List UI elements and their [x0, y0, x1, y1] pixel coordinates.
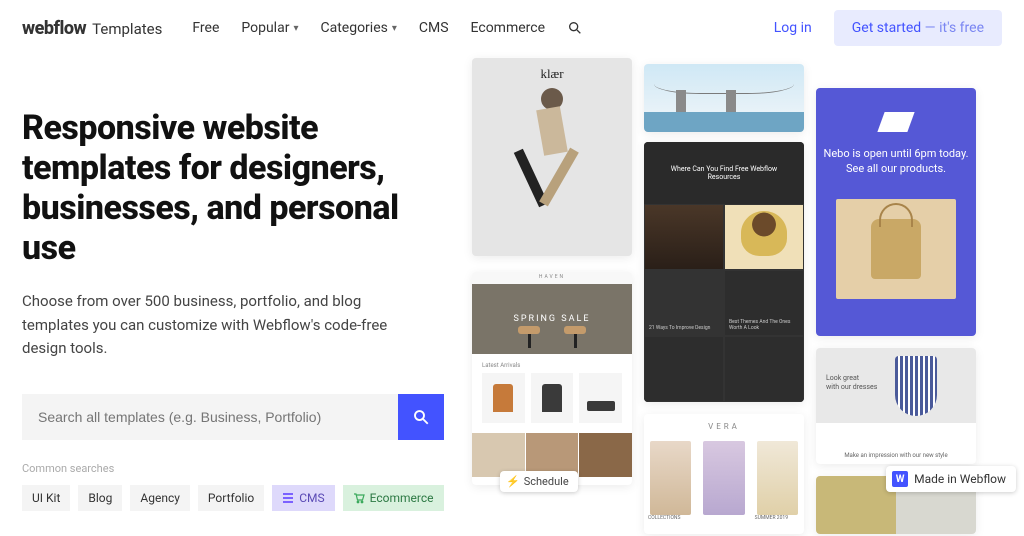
tag-uikit[interactable]: UI Kit [22, 485, 70, 511]
tag-portfolio[interactable]: Portfolio [198, 485, 264, 511]
nav-search-button[interactable] [567, 20, 583, 36]
common-searches-label: Common searches [22, 462, 452, 475]
resources-grid: 21 Ways To Improve Design Best Themes An… [644, 204, 804, 402]
login-link[interactable]: Log in [774, 20, 812, 36]
page-subtitle: Choose from over 500 business, portfolio… [22, 290, 422, 360]
cta-sub-text: it's free [939, 20, 984, 36]
search-submit-button[interactable] [398, 394, 444, 440]
dress-illustration [895, 356, 937, 416]
tag-agency[interactable]: Agency [130, 485, 190, 511]
bridge-illustration [644, 64, 804, 112]
template-card-nebo[interactable]: Nebo is open until 6pm today. See all ou… [816, 88, 976, 336]
dresses-headline: Look great with our dresses [826, 374, 877, 392]
nebo-text-1: Nebo is open until 6pm today. [824, 146, 969, 161]
vera-brand: VERA [644, 414, 804, 435]
cta-sep: — [921, 20, 939, 36]
nav-categories-label: Categories [320, 20, 387, 36]
webflow-logo-icon: W [892, 471, 908, 487]
schedule-badge[interactable]: ⚡ Schedule [500, 471, 578, 492]
tag-cms[interactable]: CMS [272, 485, 334, 511]
search-icon [412, 408, 430, 426]
nav-free[interactable]: Free [192, 20, 219, 36]
cta-main-text: Get started [852, 20, 921, 36]
nav-popular-label: Popular [241, 20, 289, 36]
template-card-klaer[interactable]: klær [472, 58, 632, 256]
tag-cms-label: CMS [299, 491, 324, 505]
primary-nav: Free Popular ▾ Categories ▾ CMS Ecommerc… [192, 20, 583, 36]
template-gallery: klær Where Can You Find Free Webflow Res… [472, 56, 1002, 536]
template-search-bar [22, 394, 444, 440]
spring-sale-text: SPRING SALE [514, 314, 591, 324]
chevron-down-icon: ▾ [293, 23, 298, 34]
hero-section: Responsive website templates for designe… [22, 56, 452, 536]
spring-sale-banner: SPRING SALE [472, 284, 632, 354]
tag-ecommerce-label: Ecommerce [370, 491, 434, 505]
brand-sub: Templates [92, 20, 162, 38]
page-title: Responsive website templates for designe… [22, 108, 432, 268]
tag-ecommerce[interactable]: Ecommerce [343, 485, 444, 511]
product-row [472, 373, 632, 423]
nav-categories[interactable]: Categories ▾ [320, 20, 396, 36]
resources-hero-text: Where Can You Find Free Webflow Resource… [644, 142, 804, 204]
brand-logo[interactable]: webflow Templates [22, 18, 162, 39]
search-input[interactable] [22, 394, 398, 440]
brand-main: webflow [22, 18, 86, 39]
schedule-label: Schedule [524, 475, 569, 488]
template-card-vera[interactable]: VERA COLLECTIONS SUMMER 2019 [644, 414, 804, 534]
nebo-product-image [836, 199, 956, 299]
klaer-logo: klær [540, 66, 563, 82]
template-card-resources[interactable]: Where Can You Find Free Webflow Resource… [644, 142, 804, 402]
search-icon [567, 20, 583, 36]
model-illustration [512, 88, 592, 238]
stack-icon [282, 492, 294, 504]
template-card-bridge[interactable] [644, 64, 804, 132]
latest-arrivals-label: Latest Arrivals [472, 354, 632, 373]
made-in-webflow-label: Made in Webflow [914, 472, 1006, 486]
template-card-haven[interactable]: HAVEN SPRING SALE Latest Arrivals [472, 272, 632, 485]
chevron-down-icon: ▾ [392, 23, 397, 34]
template-card-dresses[interactable]: Look great with our dresses Make an impr… [816, 348, 976, 464]
haven-brand: HAVEN [472, 272, 632, 284]
made-in-webflow-badge[interactable]: W Made in Webflow [886, 466, 1016, 492]
top-nav-bar: webflow Templates Free Popular ▾ Categor… [0, 0, 1024, 56]
common-searches-tags: UI Kit Blog Agency Portfolio CMS Ecommer… [22, 485, 452, 511]
nav-ecommerce[interactable]: Ecommerce [471, 20, 545, 36]
nebo-text-2: See all our products. [846, 161, 946, 176]
nav-cms[interactable]: CMS [419, 20, 449, 36]
dresses-sub: Make an impression with our new style [816, 445, 976, 464]
nebo-logo-icon [877, 112, 914, 132]
cart-icon [353, 492, 365, 504]
vera-season: SUMMER 2019 [755, 515, 800, 521]
vera-col-label: COLLECTIONS [648, 515, 693, 521]
tag-blog[interactable]: Blog [78, 485, 122, 511]
nav-popular[interactable]: Popular ▾ [241, 20, 298, 36]
get-started-button[interactable]: Get started — it's free [834, 10, 1002, 46]
lightning-icon: ⚡ [506, 475, 520, 488]
